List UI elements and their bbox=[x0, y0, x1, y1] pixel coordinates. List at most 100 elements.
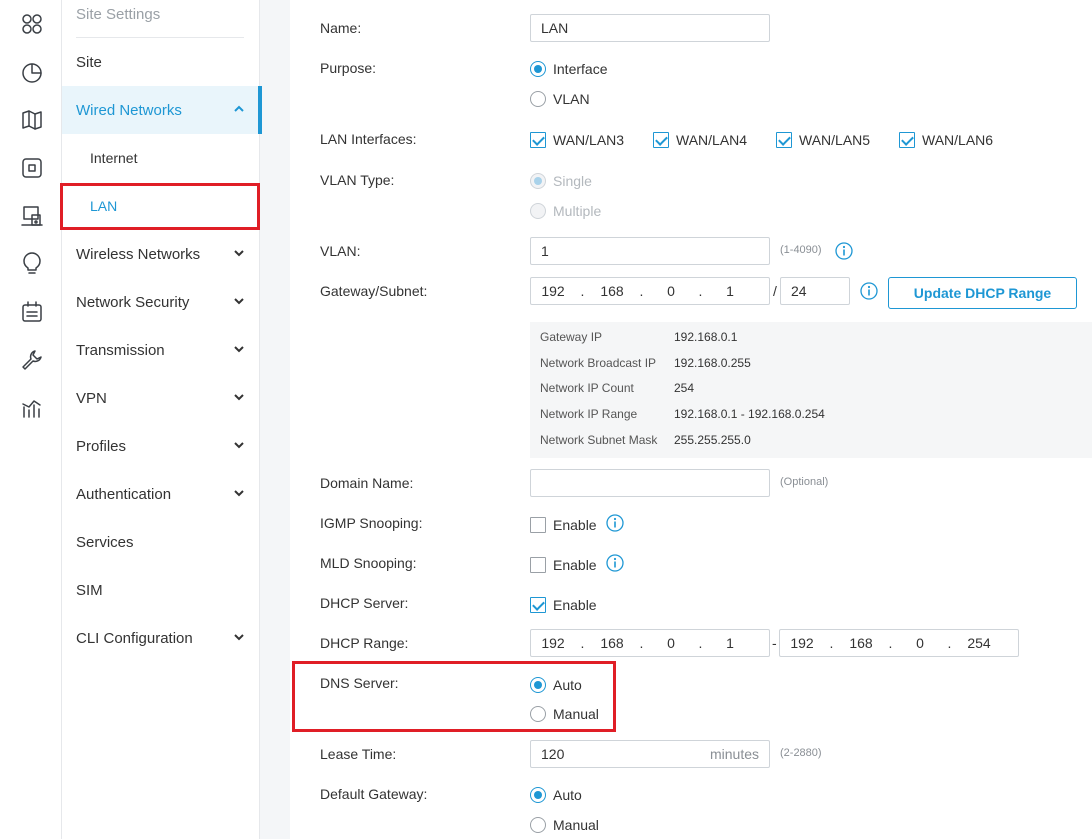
name-value: LAN bbox=[541, 20, 569, 36]
lan-interface-wan-lan3-checkbox[interactable]: WAN/LAN3 bbox=[530, 132, 624, 148]
radio-label: Multiple bbox=[553, 203, 602, 219]
vlan-range-hint: (1-4090) bbox=[780, 244, 822, 256]
lan-interface-wan-lan5-checkbox[interactable]: WAN/LAN5 bbox=[776, 132, 870, 148]
chevron-down-icon bbox=[232, 486, 246, 500]
radio-label: Interface bbox=[553, 61, 608, 77]
ip-range-value: 192.168.0.1 - 192.168.0.254 bbox=[674, 407, 825, 421]
domain-name-input[interactable] bbox=[530, 469, 770, 497]
sidebar-item-site[interactable]: Site bbox=[62, 38, 260, 86]
gateway-ip-input[interactable]: 192. 168. 0. 1 bbox=[530, 277, 770, 305]
checkbox-label: Enable bbox=[553, 557, 597, 573]
info-icon[interactable] bbox=[606, 554, 624, 572]
broadcast-ip-label: Network Broadcast IP bbox=[540, 356, 657, 370]
subnet-mask-value: 24 bbox=[791, 283, 807, 299]
devices-icon[interactable] bbox=[19, 155, 45, 181]
sidebar-item-wireless-networks[interactable]: Wireless Networks bbox=[62, 230, 260, 278]
sidebar-item-vpn[interactable]: VPN bbox=[62, 374, 260, 422]
sidebar-item-cli-configuration[interactable]: CLI Configuration bbox=[62, 614, 260, 662]
sidebar-item-services[interactable]: Services bbox=[62, 518, 260, 566]
gateway-ip-label: Gateway IP bbox=[540, 330, 603, 344]
ip-count-value: 254 bbox=[674, 381, 695, 395]
lan-interface-wan-lan6-checkbox[interactable]: WAN/LAN6 bbox=[899, 132, 993, 148]
ip-octet: 168 bbox=[600, 635, 624, 651]
gateway-ip-value: 192.168.0.1 bbox=[674, 330, 738, 344]
mld-snooping-label: MLD Snooping: bbox=[320, 555, 417, 571]
info-icon[interactable] bbox=[835, 242, 853, 260]
sidebar-item-label: Wired Networks bbox=[76, 101, 182, 119]
igmp-snooping-label: IGMP Snooping: bbox=[320, 515, 423, 531]
default-gateway-manual-radio[interactable]: Manual bbox=[530, 817, 599, 833]
sidebar-item-sim[interactable]: SIM bbox=[62, 566, 260, 614]
dhcp-range-end-input[interactable]: 192. 168. 0. 254 bbox=[779, 629, 1019, 657]
ip-octet: 168 bbox=[600, 283, 624, 299]
radio-label: VLAN bbox=[553, 91, 590, 107]
ip-octet: 0 bbox=[667, 635, 675, 651]
igmp-snooping-enable-checkbox[interactable]: Enable bbox=[530, 517, 597, 533]
logs-icon[interactable] bbox=[19, 299, 45, 325]
lease-time-value: 120 bbox=[541, 746, 565, 762]
sidebar-item-label: Site bbox=[76, 53, 102, 71]
checkbox-box bbox=[899, 132, 915, 148]
subnet-mask-label: Network Subnet Mask bbox=[540, 433, 658, 447]
checkbox-box bbox=[776, 132, 792, 148]
default-gateway-auto-radio[interactable]: Auto bbox=[530, 787, 582, 803]
info-icon[interactable] bbox=[606, 514, 624, 532]
purpose-label: Purpose: bbox=[320, 60, 377, 76]
ip-octet: 192 bbox=[541, 283, 565, 299]
sidebar-item-label: Authentication bbox=[76, 485, 172, 503]
dhcp-server-enable-checkbox[interactable]: Enable bbox=[530, 597, 597, 613]
radio-label: Auto bbox=[553, 787, 582, 803]
subnet-mask-input[interactable]: 24 bbox=[780, 277, 850, 305]
dhcp-range-start-input[interactable]: 192. 168. 0. 1 bbox=[530, 629, 770, 657]
lan-interface-wan-lan4-checkbox[interactable]: WAN/LAN4 bbox=[653, 132, 747, 148]
vlan-input[interactable]: 1 bbox=[530, 237, 770, 265]
network-info-panel: Gateway IP 192.168.0.1 Network Broadcast… bbox=[530, 322, 1092, 458]
lease-time-input[interactable]: 120 minutes bbox=[530, 740, 770, 768]
lease-time-unit: minutes bbox=[709, 746, 759, 762]
insight-icon[interactable] bbox=[19, 251, 45, 277]
sidebar-item-network-security[interactable]: Network Security bbox=[62, 278, 260, 326]
domain-name-hint: (Optional) bbox=[780, 476, 829, 488]
sidebar-item-profiles[interactable]: Profiles bbox=[62, 422, 260, 470]
sidebar-item-internet[interactable]: Internet bbox=[62, 134, 260, 182]
lan-interfaces-label: LAN Interfaces: bbox=[320, 131, 417, 147]
subnet-slash: / bbox=[773, 283, 777, 299]
sidebar-item-authentication[interactable]: Authentication bbox=[62, 470, 260, 518]
info-icon[interactable] bbox=[860, 282, 878, 300]
sidebar-item-label: Internet bbox=[90, 150, 138, 166]
tools-icon[interactable] bbox=[19, 347, 45, 373]
mld-snooping-enable-checkbox[interactable]: Enable bbox=[530, 557, 597, 573]
settings-sidebar: Site Settings Site Wired Networks Intern… bbox=[62, 0, 262, 839]
ip-octet: 0 bbox=[916, 635, 924, 651]
checkbox-label: WAN/LAN6 bbox=[922, 132, 994, 148]
chevron-down-icon bbox=[232, 390, 246, 404]
sidebar-item-label: VPN bbox=[76, 389, 107, 407]
sidebar-item-wired-networks[interactable]: Wired Networks bbox=[62, 86, 262, 134]
checkbox-label: WAN/LAN5 bbox=[799, 132, 871, 148]
radio-dot bbox=[530, 203, 546, 219]
vlan-type-single-radio[interactable]: Single bbox=[530, 173, 592, 189]
vlan-type-multiple-radio[interactable]: Multiple bbox=[530, 203, 601, 219]
dhcp-range-label: DHCP Range: bbox=[320, 635, 409, 651]
sidebar-item-transmission[interactable]: Transmission bbox=[62, 326, 260, 374]
purpose-interface-radio[interactable]: Interface bbox=[530, 61, 607, 77]
dashboard-icon[interactable] bbox=[19, 11, 45, 37]
checkbox-label: WAN/LAN4 bbox=[676, 132, 748, 148]
statistics-icon[interactable] bbox=[19, 59, 45, 85]
map-icon[interactable] bbox=[19, 107, 45, 133]
purpose-vlan-radio[interactable]: VLAN bbox=[530, 91, 590, 107]
checkbox-label: Enable bbox=[553, 517, 597, 533]
sidebar-item-label: Transmission bbox=[76, 341, 165, 359]
domain-name-label: Domain Name: bbox=[320, 475, 414, 491]
name-label: Name: bbox=[320, 20, 362, 36]
vlan-value: 1 bbox=[541, 243, 549, 259]
clients-icon[interactable] bbox=[19, 203, 45, 229]
dhcp-server-label: DHCP Server: bbox=[320, 595, 409, 611]
reports-icon[interactable] bbox=[19, 395, 45, 421]
name-input[interactable]: LAN bbox=[530, 14, 770, 42]
ip-octet: 192 bbox=[541, 635, 565, 651]
checkbox-box bbox=[530, 517, 546, 533]
ip-octet: 192 bbox=[790, 635, 814, 651]
update-dhcp-range-button[interactable]: Update DHCP Range bbox=[888, 277, 1077, 309]
checkbox-box bbox=[530, 557, 546, 573]
